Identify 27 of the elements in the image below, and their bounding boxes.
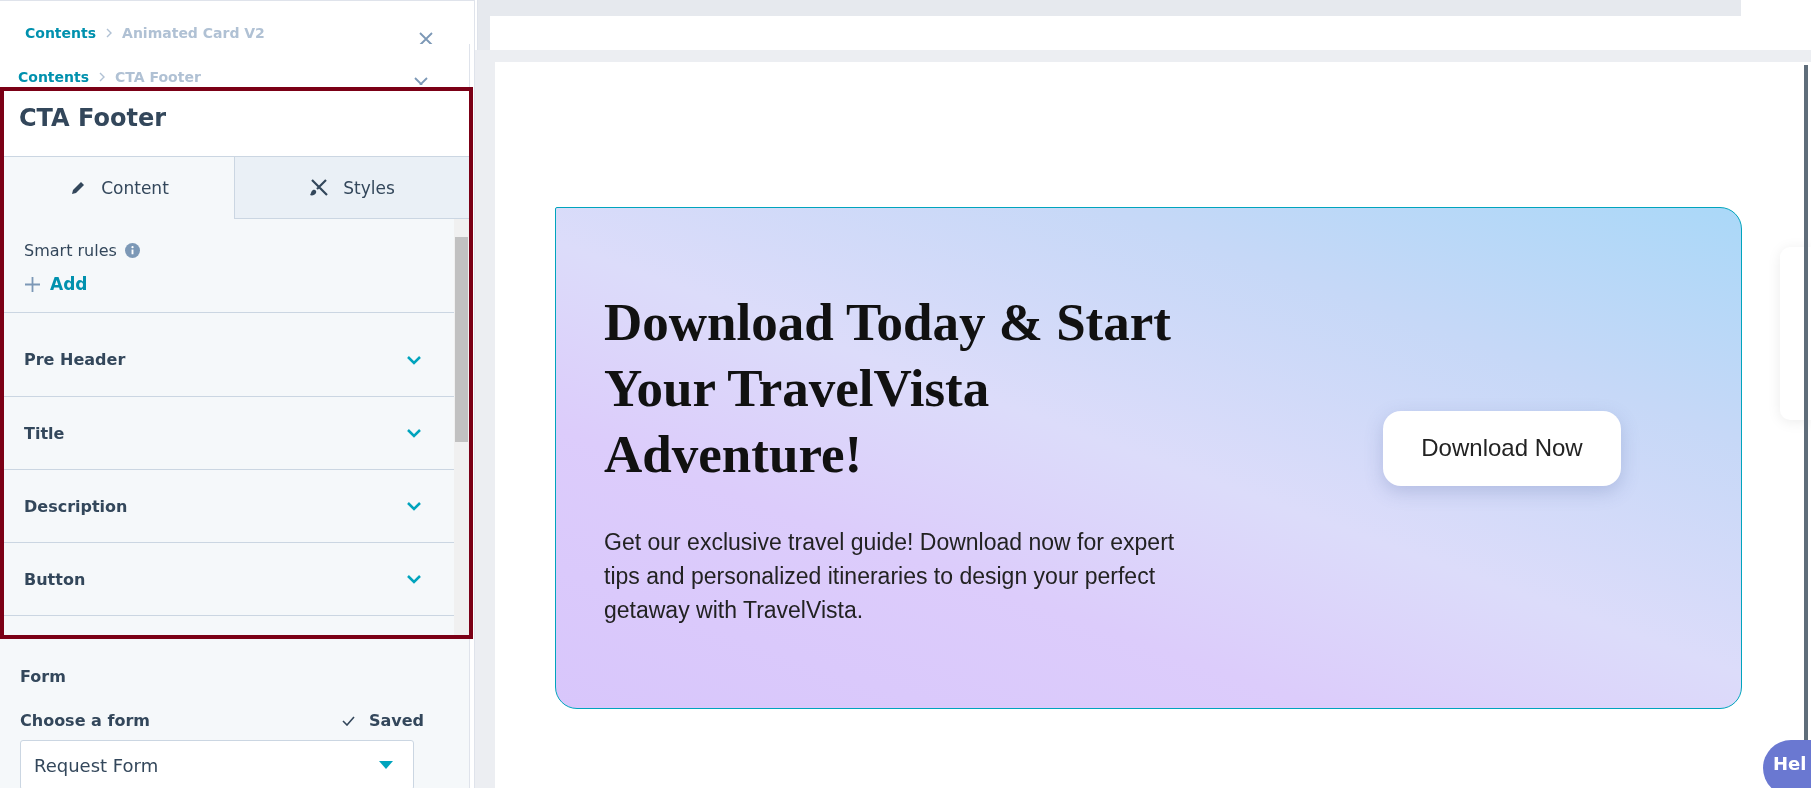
chevron-down-icon	[406, 501, 422, 511]
help-button[interactable]: Hel	[1763, 740, 1811, 788]
field-label: Choose a form	[20, 711, 150, 730]
chevron-down-icon	[406, 354, 422, 365]
check-icon	[341, 715, 355, 726]
form-dropdown[interactable]: Request Form	[20, 740, 414, 788]
saved-status: Saved	[368, 711, 424, 730]
form-heading: Form	[20, 667, 67, 686]
cta-description: Get our exclusive travel guide! Download now for expert tips and personalized itineraries to design your perfect getaway with TravelVista.	[604, 528, 1176, 625]
cta-heading: Download Today & Start Your TravelVista Adventure!	[604, 292, 1172, 485]
chevron-down-icon	[406, 428, 422, 438]
breadcrumb-current: CTA Footer	[115, 69, 201, 85]
plus-icon	[25, 276, 40, 292]
breadcrumb-link[interactable]: Contents	[25, 25, 97, 41]
brush-icon	[309, 177, 330, 198]
caret-icon	[379, 761, 393, 769]
breadcrumb-current: Animated Card V2	[122, 25, 265, 41]
breadcrumb-link[interactable]: Contents	[18, 69, 90, 85]
chevron-down-icon	[406, 574, 422, 584]
download-button[interactable]: Download Now	[1383, 410, 1621, 486]
chevron-icon	[99, 72, 106, 82]
panel-title: CTA Footer	[4, 91, 469, 157]
chevron-icon	[106, 28, 113, 38]
tab[interactable]: Styles	[234, 157, 469, 219]
smart-rules-label: Smart rules	[24, 241, 117, 260]
info-icon	[124, 243, 140, 258]
scrollbar[interactable]	[454, 219, 469, 635]
